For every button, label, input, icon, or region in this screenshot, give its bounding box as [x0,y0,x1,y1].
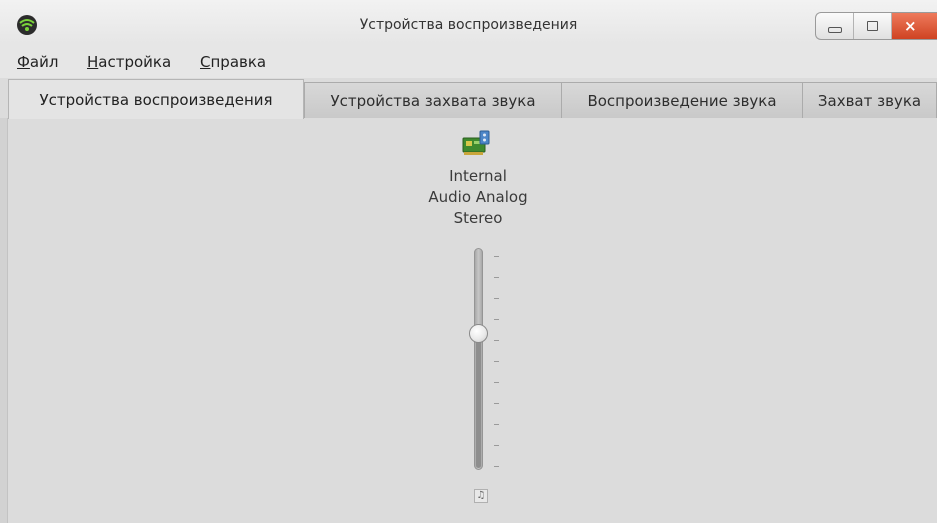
tab-recording[interactable]: Захват звука [802,82,937,118]
volume-scale-tick [494,424,499,425]
volume-scale-tick [494,466,499,467]
volume-slider-fill [476,332,481,468]
mute-toggle-icon[interactable]: ♫ [474,489,488,503]
volume-scale-tick [494,403,499,404]
volume-scale-tick [494,361,499,362]
volume-scale-tick [494,445,499,446]
volume-scale-tick [494,256,499,257]
menu-settings[interactable]: Настройка [87,53,171,71]
volume-scale-tick [494,298,499,299]
close-button[interactable]: × [892,13,937,39]
device-name: Internal Audio Analog Stereo [428,167,528,227]
title-bar: Устройства воспроизведения × [0,0,937,44]
window-title: Устройства воспроизведения [359,17,578,33]
tab-bar: Устройства воспроизведения Устройства за… [0,78,937,119]
maximize-button[interactable] [854,13,892,39]
window-controls: × [815,12,937,40]
volume-scale-tick [494,277,499,278]
volume-scale-tick [494,340,499,341]
volume-scale-tick [494,319,499,320]
menu-bar: Файл Настройка Справка [0,44,937,78]
panel-edge [0,118,8,523]
menu-file[interactable]: Файл [17,53,58,71]
tab-playback[interactable]: Воспроизведение звука [561,82,803,118]
volume-scale-tick [494,382,499,383]
minimize-icon [827,27,842,33]
tab-playback-devices[interactable]: Устройства воспроизведения [8,79,304,119]
tab-recording-devices[interactable]: Устройства захвата звука [304,82,562,118]
maximize-icon [867,21,878,31]
volume-slider-thumb[interactable] [469,323,488,343]
sound-card-icon [462,130,490,155]
menu-help[interactable]: Справка [200,53,266,71]
minimize-button[interactable] [816,13,854,39]
close-icon: × [904,17,917,35]
